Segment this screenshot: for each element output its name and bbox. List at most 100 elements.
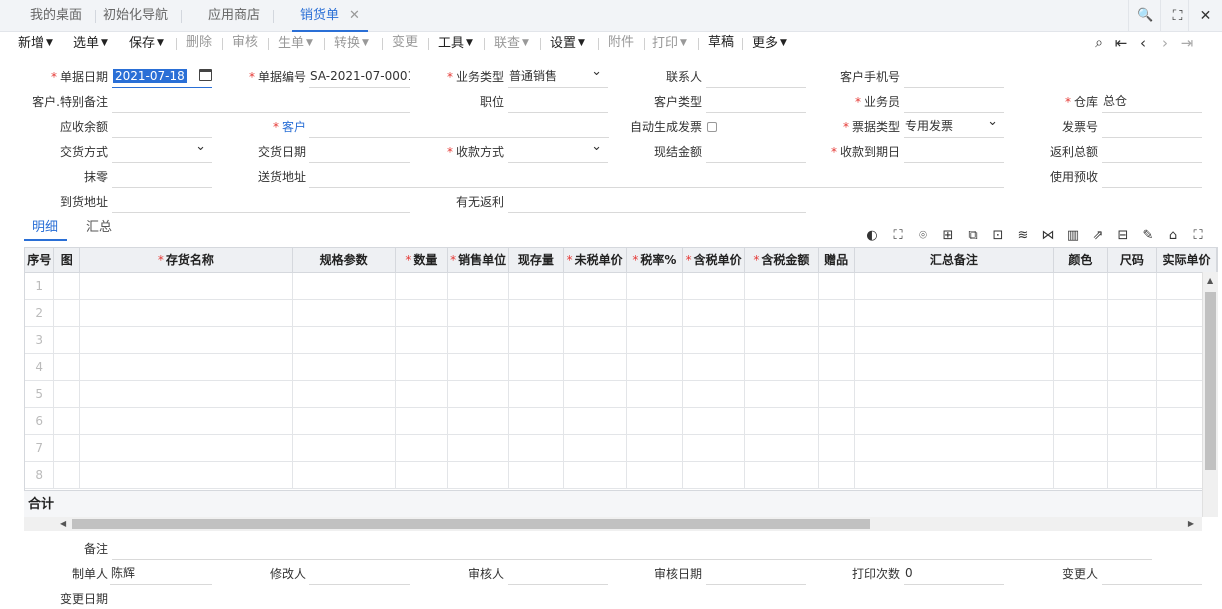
table-cell[interactable] xyxy=(447,407,510,435)
table-cell[interactable] xyxy=(508,461,564,489)
col-header[interactable]: 序号 xyxy=(25,248,55,273)
auditor-field[interactable] xyxy=(508,563,608,585)
table-row[interactable]: 2 xyxy=(25,299,1217,327)
table-cell[interactable] xyxy=(395,299,449,327)
table-cell[interactable] xyxy=(292,326,396,354)
table-cell[interactable] xyxy=(79,326,293,354)
table-cell[interactable] xyxy=(79,407,293,435)
sort-icon[interactable]: ≋ xyxy=(1015,228,1031,244)
doc-date-field[interactable]: 2021-07-18 xyxy=(112,66,212,88)
table-cell[interactable] xyxy=(626,461,684,489)
customer-field[interactable] xyxy=(309,116,609,138)
table-cell[interactable] xyxy=(744,353,819,381)
table-cell[interactable] xyxy=(508,407,564,435)
table-cell[interactable] xyxy=(854,434,1055,462)
payment-select[interactable] xyxy=(508,141,608,163)
save-button[interactable]: 保存 ▼ xyxy=(129,34,164,52)
table-cell[interactable] xyxy=(447,380,510,408)
table-cell[interactable] xyxy=(563,299,627,327)
table-cell[interactable] xyxy=(1053,407,1108,435)
change-button[interactable]: 变更 xyxy=(392,34,418,52)
table-cell[interactable] xyxy=(292,272,396,300)
bulb-icon[interactable]: ◐ xyxy=(864,228,880,244)
tab-desktop[interactable]: 我的桌面 xyxy=(30,0,97,32)
table-cell[interactable] xyxy=(626,353,684,381)
table-cell[interactable] xyxy=(854,380,1055,408)
table-cell[interactable] xyxy=(563,353,627,381)
table-cell[interactable] xyxy=(854,326,1055,354)
cust-note-field[interactable] xyxy=(112,91,410,113)
col-header[interactable]: * 含税单价 xyxy=(682,248,746,273)
table-cell[interactable] xyxy=(1107,299,1158,327)
more-button[interactable]: 更多 ▼ xyxy=(752,34,787,52)
receivable-field[interactable] xyxy=(112,116,212,138)
discount-field[interactable] xyxy=(112,166,212,188)
scroll-up-icon[interactable]: ▲ xyxy=(1207,274,1213,288)
table-cell[interactable] xyxy=(292,353,396,381)
table-cell[interactable] xyxy=(744,272,819,300)
table-cell[interactable] xyxy=(626,326,684,354)
table-cell[interactable] xyxy=(744,407,819,435)
table-cell[interactable] xyxy=(1053,434,1108,462)
edit-icon[interactable]: ✎ xyxy=(1140,228,1156,244)
layout-icon[interactable]: ⊟ xyxy=(1115,228,1131,244)
table-cell[interactable] xyxy=(447,326,510,354)
table-cell[interactable] xyxy=(1107,380,1158,408)
delivery-select[interactable] xyxy=(112,141,212,163)
table-cell[interactable] xyxy=(53,353,81,381)
scroll-right-icon[interactable]: ▶ xyxy=(1188,517,1194,531)
table-cell[interactable] xyxy=(447,434,510,462)
table-cell[interactable] xyxy=(1107,407,1158,435)
convert-button[interactable]: 转换 ▼ xyxy=(334,34,369,52)
table-cell[interactable] xyxy=(1053,380,1108,408)
table-cell[interactable] xyxy=(395,434,449,462)
table-row[interactable]: 3 xyxy=(25,326,1217,354)
table-cell[interactable] xyxy=(508,272,564,300)
table-cell[interactable] xyxy=(1053,461,1108,489)
print-count-field[interactable]: 0 xyxy=(904,563,1004,585)
table-cell[interactable] xyxy=(395,272,449,300)
table-cell[interactable] xyxy=(682,353,746,381)
table-cell[interactable] xyxy=(682,407,746,435)
arrive-addr-field[interactable] xyxy=(112,191,410,213)
table-cell[interactable] xyxy=(563,326,627,354)
use-prepay-field[interactable] xyxy=(1102,166,1202,188)
table-cell[interactable] xyxy=(744,434,819,462)
table-cell[interactable] xyxy=(395,380,449,408)
table-cell[interactable] xyxy=(79,461,293,489)
horizontal-scrollbar[interactable]: ◀ ▶ xyxy=(24,517,1202,531)
col-header[interactable]: * 含税金额 xyxy=(744,248,819,273)
bill-type-select[interactable]: 专用发票 xyxy=(904,116,1004,138)
scan-icon[interactable]: ⛶ xyxy=(890,228,906,244)
last-record-icon[interactable]: ⇥ xyxy=(1178,33,1196,53)
table-row[interactable]: 5 xyxy=(25,380,1217,408)
table-cell[interactable] xyxy=(395,407,449,435)
table-cell[interactable] xyxy=(447,272,510,300)
tab-app-store[interactable]: 应用商店 xyxy=(208,0,275,32)
table-cell[interactable] xyxy=(854,353,1055,381)
table-cell[interactable] xyxy=(818,326,855,354)
table-cell[interactable] xyxy=(682,326,746,354)
merge-icon[interactable]: ⋈ xyxy=(1040,228,1056,244)
cash-field[interactable] xyxy=(706,141,806,163)
tab-init-nav[interactable]: 初始化导航 xyxy=(103,0,183,32)
table-cell[interactable] xyxy=(682,434,746,462)
table-cell[interactable] xyxy=(682,272,746,300)
audit-button[interactable]: 审核 xyxy=(232,34,258,52)
table-cell[interactable] xyxy=(626,299,684,327)
table-cell[interactable] xyxy=(626,380,684,408)
table-cell[interactable] xyxy=(854,272,1055,300)
locate-icon[interactable]: ⌕ xyxy=(1090,33,1108,53)
export-icon[interactable]: ⇗ xyxy=(1090,228,1106,244)
remark-field[interactable] xyxy=(112,538,1152,560)
add-row-icon[interactable]: ⊞ xyxy=(940,228,956,244)
table-cell[interactable] xyxy=(682,299,746,327)
col-header[interactable]: 图 xyxy=(53,248,81,273)
ship-addr-field[interactable] xyxy=(309,166,1004,188)
select-button[interactable]: 选单 ▼ xyxy=(73,34,108,52)
col-header[interactable]: 汇总备注 xyxy=(854,248,1055,273)
table-cell[interactable] xyxy=(818,299,855,327)
link-query-button[interactable]: 联查 ▼ xyxy=(494,34,529,52)
table-cell[interactable] xyxy=(818,407,855,435)
table-cell[interactable] xyxy=(1053,272,1108,300)
